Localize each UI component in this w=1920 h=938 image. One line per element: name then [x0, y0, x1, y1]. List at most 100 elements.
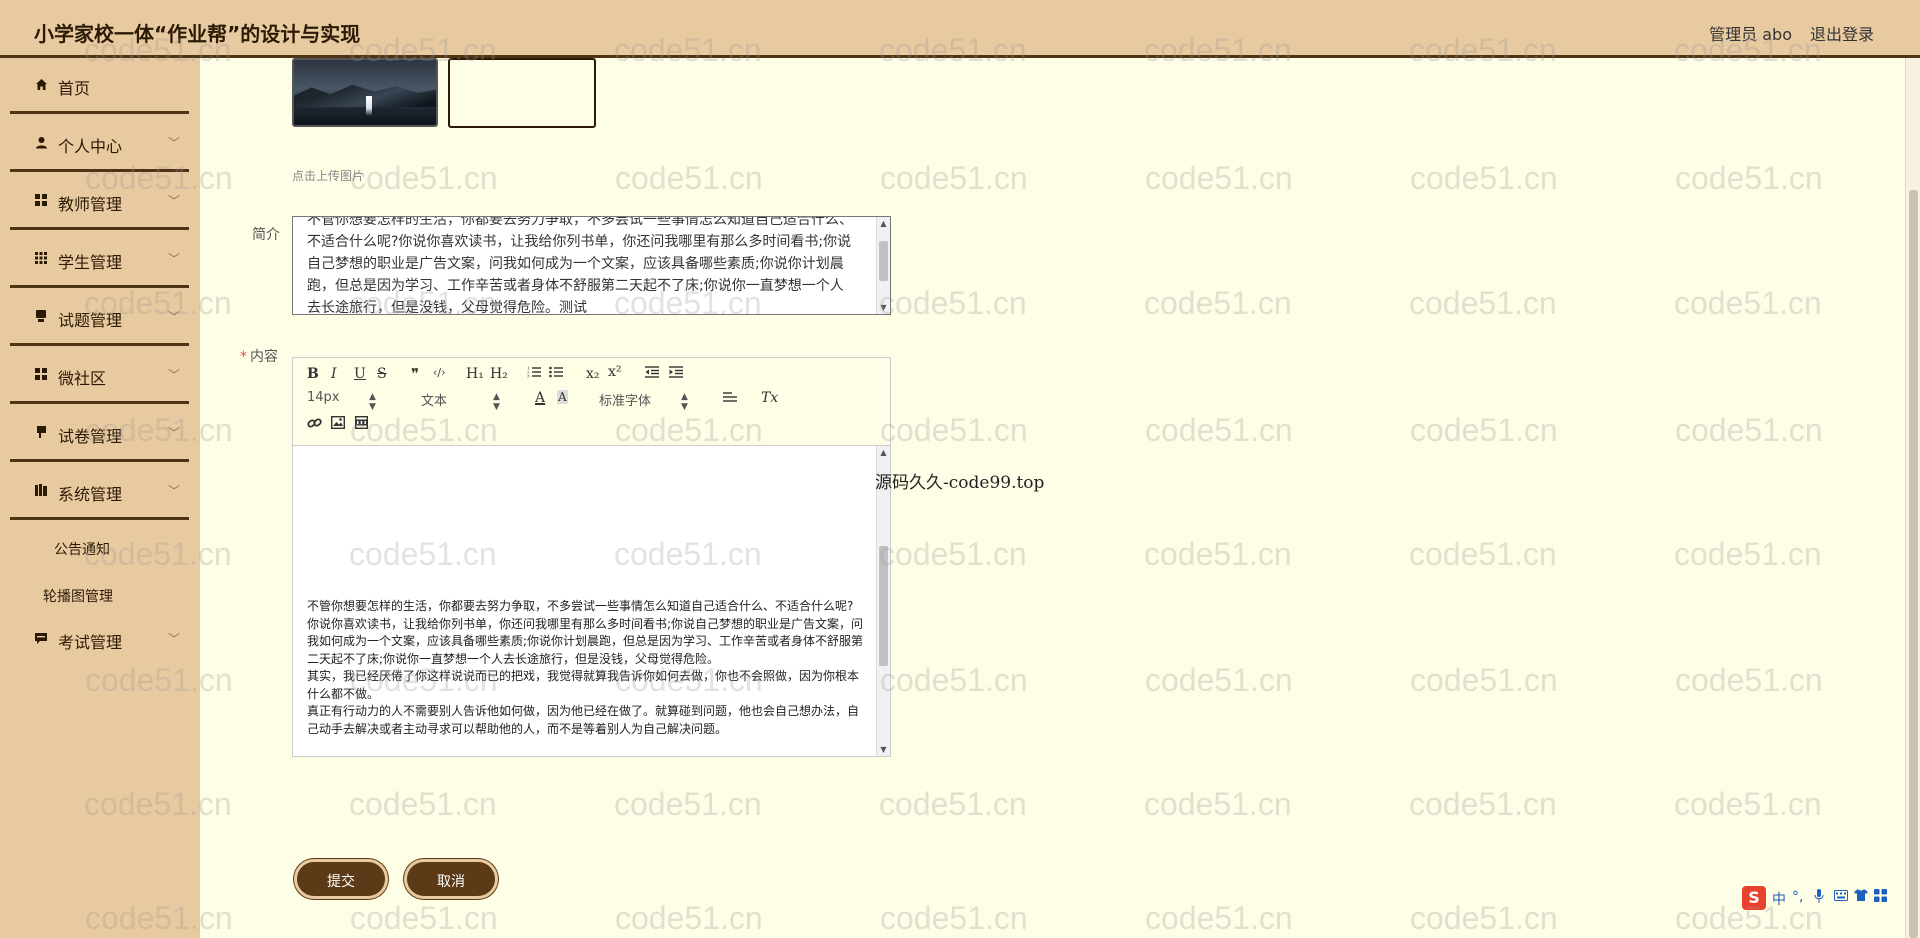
chevron-down-icon: ﹀ [168, 368, 181, 382]
sidebar-item-personal[interactable]: 个人中心 ﹀ [10, 116, 189, 172]
editor-paragraph: 真正有行动力的人不需要别人告诉他如何做，因为他已经在做了。就算碰到问题，他也会自… [307, 704, 860, 736]
text-type-value: 文本 [421, 394, 448, 409]
text-type-select[interactable]: 文本 ▲ ▼ [421, 390, 511, 412]
sidebar-item-label: 试卷管理 [58, 427, 123, 446]
ime-toolbar[interactable]: S 中 °, [1742, 886, 1920, 910]
sidebar-item-papers[interactable]: 试卷管理 ﹀ [10, 406, 189, 462]
sidebar-item-label: 系统管理 [58, 485, 123, 504]
scroll-down-icon[interactable]: ▼ [877, 745, 890, 754]
font-color-button[interactable]: A [535, 390, 545, 406]
bg-color-button[interactable]: A [557, 390, 568, 404]
select-arrow-icon: ▲ ▼ [369, 392, 376, 412]
subscript-button[interactable]: x₂ [586, 366, 600, 382]
ime-logo-icon[interactable]: S [1742, 886, 1766, 910]
books-icon [34, 483, 48, 497]
ordered-list-icon[interactable]: 123 [527, 366, 541, 382]
sidebar-item-community[interactable]: 微社区 ﹀ [10, 348, 189, 404]
link-icon[interactable] [307, 416, 322, 434]
app-title: 小学家校一体“作业帮”的设计与实现 [34, 22, 361, 46]
intro-line: 去长途旅行，但是没钱，父母觉得危险。测试 [307, 300, 587, 315]
rich-text-editor: B I U S ❞ ‹/› H₁ H₂ 123 x₂ x² 14px ▲ ▼ 文本 ▲… [292, 357, 891, 757]
main-content: 点击上传图片 简介 不管你想要怎样的生活，你都要去努力争取，不多尝试一些事情怎么… [200, 58, 1920, 938]
intro-scrollbar[interactable]: ▲ ▼ [876, 217, 890, 314]
editor-paragraph: 不管你想要怎样的生活，你都要去努力争取，不多尝试一些事情怎么知道自己适合什么、不… [307, 599, 854, 613]
page-scroll-thumb[interactable] [1909, 190, 1918, 938]
intro-textarea[interactable]: 不管你想要怎样的生活，你都要去努力争取，不多尝试一些事情怎么知道自己适合什么、 … [292, 216, 891, 315]
chevron-down-icon: ﹀ [168, 194, 181, 208]
page-scrollbar[interactable] [1905, 58, 1920, 938]
blockquote-button[interactable]: ❞ [411, 365, 419, 383]
cancel-button[interactable]: 取消 [404, 859, 498, 899]
grid-icon [34, 367, 48, 381]
content-label: * 内容 [240, 346, 278, 366]
grid-icon [34, 193, 48, 207]
home-icon [34, 77, 48, 91]
indent-icon[interactable] [669, 366, 683, 382]
editor-content[interactable]: 不管你想要怎样的生活，你都要去努力争取，不多尝试一些事情怎么知道自己适合什么、不… [293, 446, 890, 756]
sidebar-item-questions[interactable]: 试题管理 ﹀ [10, 290, 189, 346]
bold-button[interactable]: B [307, 366, 319, 382]
punctuation-icon[interactable]: °, [1792, 889, 1803, 905]
superscript-button[interactable]: x² [608, 364, 622, 380]
submit-button[interactable]: 提交 [294, 859, 388, 899]
keyboard-icon[interactable] [1834, 889, 1848, 905]
code-button[interactable]: ‹/› [433, 366, 446, 379]
ime-lang[interactable]: 中 [1772, 889, 1786, 909]
svg-text:3: 3 [527, 374, 530, 379]
intro-text: 不管你想要怎样的生活，你都要去努力争取，不多尝试一些事情怎么知道自己适合什么、 … [307, 216, 867, 315]
image-icon[interactable] [330, 415, 346, 433]
logout-link[interactable]: 退出登录 [1810, 21, 1874, 45]
font-family-select[interactable]: 标准字体 ▲ ▼ [599, 390, 699, 412]
sidebar-item-home[interactable]: 首页 [10, 58, 189, 114]
overlay-text: 源码久久-code99.top [875, 473, 1045, 493]
intro-line: 不管你想要怎样的生活，你都要去努力争取，不多尝试一些事情怎么知道自己适合什么、 [307, 216, 853, 228]
underline-button[interactable]: U [354, 366, 366, 382]
editor-text: 不管你想要怎样的生活，你都要去努力争取，不多尝试一些事情怎么知道自己适合什么、不… [307, 598, 867, 738]
scroll-down-icon[interactable]: ▼ [877, 303, 890, 312]
apps-icon [34, 251, 48, 265]
upload-image-button[interactable] [448, 58, 596, 128]
bullet-list-icon[interactable] [549, 366, 563, 382]
sidebar-item-label: 个人中心 [58, 137, 123, 156]
sidebar-item-label: 首页 [58, 79, 91, 98]
editor-paragraph: 其实，我已经厌倦了你这样说说而已的把戏，我觉得就算我告诉你如何去做，你也不会照做… [307, 669, 860, 701]
thumbnail-light [366, 96, 372, 116]
chevron-down-icon: ﹀ [168, 484, 181, 498]
strike-button[interactable]: S [377, 366, 387, 382]
toolbox-icon[interactable] [1874, 889, 1887, 906]
skin-icon[interactable] [1854, 889, 1868, 905]
sidebar-item-label: 教师管理 [58, 195, 123, 214]
scroll-up-icon[interactable]: ▲ [877, 448, 890, 457]
scroll-thumb[interactable] [879, 546, 888, 666]
sidebar-item-label: 微社区 [58, 369, 107, 388]
sidebar-item-exams[interactable]: 考试管理 ﹀ [10, 612, 189, 668]
heading1-button[interactable]: H₁ [466, 366, 484, 382]
select-arrow-icon: ▲ ▼ [493, 392, 500, 412]
required-mark: * [240, 349, 247, 365]
scroll-thumb[interactable] [879, 241, 888, 281]
current-user: 管理员 abo [1709, 25, 1792, 44]
sidebar-subitem-carousel[interactable]: 轮播图管理 [43, 586, 113, 606]
align-icon[interactable] [723, 392, 737, 408]
microphone-icon[interactable] [1814, 889, 1824, 907]
editor-paragraph: 你说你喜欢读书，让我给你列书单，你还问我哪里有那么多时间看书;你说自己梦想的职业… [307, 616, 864, 666]
italic-button[interactable]: I [331, 366, 337, 382]
outdent-icon[interactable] [645, 366, 659, 382]
upload-hint: 点击上传图片 [292, 169, 365, 183]
uploaded-image-thumbnail[interactable] [292, 58, 438, 127]
top-header: 小学家校一体“作业帮”的设计与实现 管理员 abo 退出登录 [0, 0, 1920, 58]
font-size-value: 14px [307, 390, 340, 405]
sidebar-item-students[interactable]: 学生管理 ﹀ [10, 232, 189, 288]
chat-icon [34, 631, 48, 645]
sidebar: 首页 个人中心 ﹀ 教师管理 ﹀ 学生管理 ﹀ 试题管理 ﹀ 微社区 ﹀ 试卷管… [0, 58, 200, 938]
scroll-up-icon[interactable]: ▲ [877, 219, 890, 228]
font-size-select[interactable]: 14px ▲ ▼ [307, 390, 387, 412]
video-icon[interactable] [354, 415, 369, 433]
clear-format-button[interactable]: Tx [761, 390, 778, 406]
content-label-text: 内容 [250, 349, 278, 365]
heading2-button[interactable]: H₂ [490, 366, 508, 382]
sidebar-item-teachers[interactable]: 教师管理 ﹀ [10, 174, 189, 230]
sidebar-item-label: 学生管理 [58, 253, 123, 272]
sidebar-subitem-notice[interactable]: 公告通知 [54, 539, 110, 559]
sidebar-item-system[interactable]: 系统管理 ﹀ [10, 464, 189, 520]
